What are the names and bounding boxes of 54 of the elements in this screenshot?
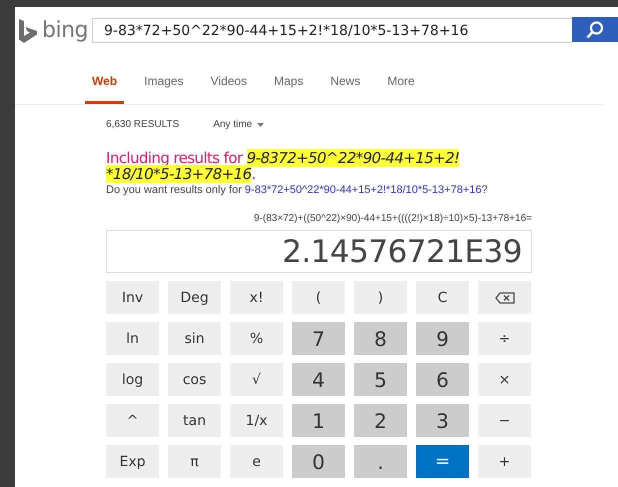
- nav-tab[interactable]: More: [380, 70, 422, 104]
- equals-key[interactable]: =: [416, 445, 469, 478]
- function-key[interactable]: Exp: [106, 445, 159, 478]
- function-key[interactable]: (: [292, 281, 345, 314]
- digit-key[interactable]: 1: [292, 404, 345, 437]
- function-key[interactable]: log: [106, 363, 159, 396]
- function-key[interactable]: 1/x: [230, 404, 283, 437]
- dropdown-arrow-icon: [257, 122, 264, 126]
- function-key[interactable]: e: [230, 445, 283, 478]
- function-key[interactable]: cos: [168, 363, 221, 396]
- search-field[interactable]: 9-83*72+50^22*90-44+15+2!*18/10*5-13+78+16: [92, 18, 572, 43]
- result-count: 6,630 RESULTS: [106, 119, 180, 130]
- backspace-key[interactable]: [478, 281, 531, 314]
- calculation-expression: 9-(83×72)+((50^22)×90)-44+15+((((2!)×18)÷10)×5)-13+78+16=: [254, 213, 532, 224]
- digit-key[interactable]: 5: [354, 363, 407, 396]
- function-key[interactable]: ^: [106, 404, 159, 437]
- function-key[interactable]: Inv: [106, 281, 159, 314]
- bing-logo-text: bing: [42, 18, 88, 43]
- function-key[interactable]: √: [230, 363, 283, 396]
- original-query-link[interactable]: 9-83*72+50^22*90-44+15+2!*18/10*5-13+78+16: [244, 184, 482, 196]
- search-icon: [585, 20, 605, 40]
- original-query-prompt: Do you want results only for 9-83*72+50^22*90-44+15+2!*18/10*5-13+78+16?: [106, 184, 489, 197]
- digit-key[interactable]: 0: [292, 445, 345, 478]
- digit-key[interactable]: 6: [416, 363, 469, 396]
- function-key[interactable]: ×: [478, 363, 531, 396]
- nav-tab[interactable]: Web: [85, 70, 124, 104]
- time-filter[interactable]: Any time: [213, 119, 252, 130]
- digit-key[interactable]: 8: [354, 322, 407, 355]
- nav-tab[interactable]: News: [323, 70, 368, 104]
- digit-key[interactable]: .: [354, 445, 407, 478]
- function-key[interactable]: %: [230, 322, 283, 355]
- digit-key[interactable]: 7: [292, 322, 345, 355]
- function-key[interactable]: +: [478, 445, 531, 478]
- search-button[interactable]: [572, 17, 618, 42]
- backspace-icon: [494, 292, 514, 304]
- calculator-display: 2.14576721E39: [106, 230, 532, 273]
- function-key[interactable]: tan: [168, 404, 221, 437]
- function-key[interactable]: sin: [168, 322, 221, 355]
- nav-tab[interactable]: Images: [137, 70, 190, 104]
- digit-key[interactable]: 9: [416, 322, 469, 355]
- function-key[interactable]: π: [168, 445, 221, 478]
- function-key[interactable]: x!: [230, 281, 283, 314]
- bing-logo-icon: [18, 18, 38, 42]
- digit-key[interactable]: 2: [354, 404, 407, 437]
- digit-key[interactable]: 3: [416, 404, 469, 437]
- digit-key[interactable]: 4: [292, 363, 345, 396]
- function-key[interactable]: −: [478, 404, 531, 437]
- nav-tab[interactable]: Videos: [203, 70, 254, 104]
- function-key[interactable]: ÷: [478, 322, 531, 355]
- function-key[interactable]: ): [354, 281, 407, 314]
- function-key[interactable]: ln: [106, 322, 159, 355]
- nav-tab[interactable]: Maps: [266, 70, 310, 104]
- function-key[interactable]: C: [416, 281, 469, 314]
- function-key[interactable]: Deg: [168, 281, 221, 314]
